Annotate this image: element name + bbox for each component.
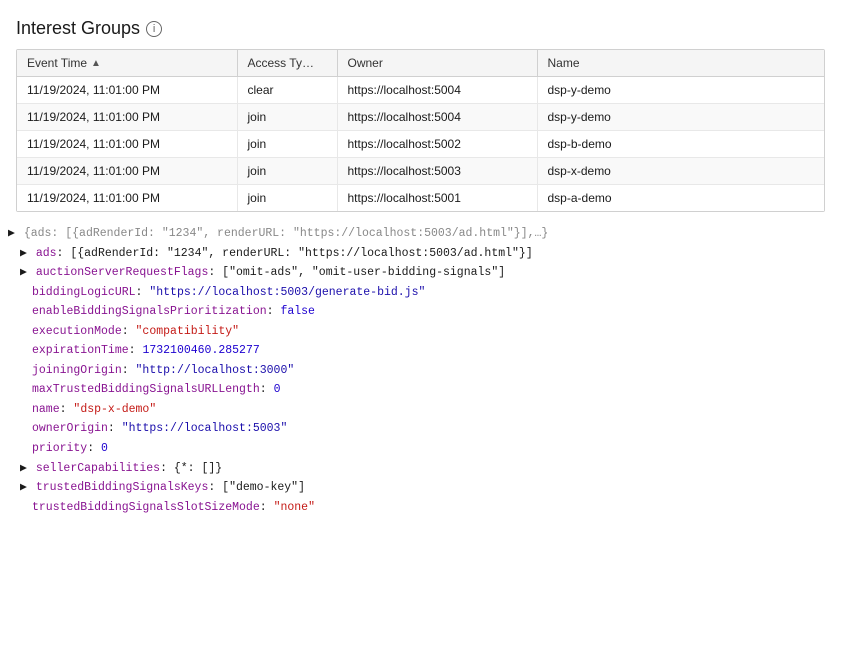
- json-ads-line: ▶ ads: [{adRenderId: "1234", renderURL: …: [8, 244, 833, 264]
- cell-event_time: 11/19/2024, 11:01:00 PM: [17, 104, 237, 131]
- cell-event_time: 11/19/2024, 11:01:00 PM: [17, 131, 237, 158]
- json-ads-key: ads: [36, 244, 57, 264]
- table-row[interactable]: 11/19/2024, 11:01:00 PMjoinhttps://local…: [17, 104, 824, 131]
- cell-access_type: join: [237, 131, 337, 158]
- json-joining-key: joiningOrigin: [32, 361, 122, 381]
- json-expiration-line: expirationTime: 1732100460.285277: [8, 341, 833, 361]
- interest-groups-table: Event Time ▲ Access Ty… Owner: [17, 50, 824, 211]
- page-container: Interest Groups i Event Time ▲ Access Ty…: [0, 0, 841, 531]
- json-ads-toggle[interactable]: ▶: [20, 244, 34, 264]
- json-name-val: "dsp-x-demo": [73, 400, 156, 420]
- json-auction-flags-line: ▶ auctionServerRequestFlags: ["omit-ads"…: [8, 263, 833, 283]
- cell-owner: https://localhost:5001: [337, 185, 537, 212]
- json-priority-key: priority: [32, 439, 87, 459]
- json-seller-val: {*: []}: [174, 459, 222, 479]
- col-header-event-time[interactable]: Event Time ▲: [17, 50, 237, 77]
- json-priority-val: 0: [101, 439, 108, 459]
- json-max-trusted-val: 0: [274, 380, 281, 400]
- section-header: Interest Groups i: [0, 10, 841, 49]
- json-trusted-keys-line: ▶ trustedBiddingSignalsKeys: ["demo-key"…: [8, 478, 833, 498]
- json-top-toggle[interactable]: ▶: [8, 224, 22, 244]
- json-owner-origin-url[interactable]: "https://localhost:5003": [122, 419, 288, 439]
- cell-owner: https://localhost:5003: [337, 158, 537, 185]
- cell-owner: https://localhost:5004: [337, 77, 537, 104]
- json-name-line: name: "dsp-x-demo": [8, 400, 833, 420]
- json-execution-key: executionMode: [32, 322, 122, 342]
- cell-event_time: 11/19/2024, 11:01:00 PM: [17, 158, 237, 185]
- cell-name: dsp-b-demo: [537, 131, 824, 158]
- table-wrapper: Event Time ▲ Access Ty… Owner: [16, 49, 825, 212]
- table-row[interactable]: 11/19/2024, 11:01:00 PMclearhttps://loca…: [17, 77, 824, 104]
- cell-name: dsp-a-demo: [537, 185, 824, 212]
- cell-owner: https://localhost:5002: [337, 131, 537, 158]
- json-trusted-slot-val: "none": [274, 498, 315, 518]
- json-auction-key: auctionServerRequestFlags: [36, 263, 209, 283]
- json-enable-val: false: [280, 302, 315, 322]
- json-max-trusted-key: maxTrustedBiddingSignalsURLLength: [32, 380, 260, 400]
- sort-icon-event-time: ▲: [91, 58, 101, 69]
- json-joining-line: joiningOrigin: "http://localhost:3000": [8, 361, 833, 381]
- table-row[interactable]: 11/19/2024, 11:01:00 PMjoinhttps://local…: [17, 131, 824, 158]
- json-expiration-val: 1732100460.285277: [142, 341, 259, 361]
- json-top-preview: {ads: [{adRenderId: "1234", renderURL: "…: [24, 224, 549, 244]
- json-expiration-key: expirationTime: [32, 341, 129, 361]
- cell-access_type: clear: [237, 77, 337, 104]
- json-trusted-keys-val: ["demo-key"]: [222, 478, 305, 498]
- json-joining-url[interactable]: "http://localhost:3000": [136, 361, 295, 381]
- json-max-trusted-line: maxTrustedBiddingSignalsURLLength: 0: [8, 380, 833, 400]
- table-row[interactable]: 11/19/2024, 11:01:00 PMjoinhttps://local…: [17, 185, 824, 212]
- col-header-access-type[interactable]: Access Ty…: [237, 50, 337, 77]
- json-enable-line: enableBiddingSignalsPrioritization: fals…: [8, 302, 833, 322]
- cell-event_time: 11/19/2024, 11:01:00 PM: [17, 185, 237, 212]
- section-title: Interest Groups: [16, 18, 140, 39]
- json-trusted-slot-line: trustedBiddingSignalsSlotSizeMode: "none…: [8, 498, 833, 518]
- json-enable-key: enableBiddingSignalsPrioritization: [32, 302, 267, 322]
- json-owner-origin-line: ownerOrigin: "https://localhost:5003": [8, 419, 833, 439]
- json-trusted-keys-toggle[interactable]: ▶: [20, 478, 34, 498]
- json-auction-toggle[interactable]: ▶: [20, 263, 34, 283]
- cell-name: dsp-x-demo: [537, 158, 824, 185]
- col-header-name[interactable]: Name: [537, 50, 824, 77]
- cell-name: dsp-y-demo: [537, 104, 824, 131]
- json-auction-val: ["omit-ads", "omit-user-bidding-signals"…: [222, 263, 505, 283]
- json-owner-origin-key: ownerOrigin: [32, 419, 108, 439]
- table-header-row: Event Time ▲ Access Ty… Owner: [17, 50, 824, 77]
- json-seller-key: sellerCapabilities: [36, 459, 160, 479]
- cell-access_type: join: [237, 185, 337, 212]
- json-detail-tree: ▶ {ads: [{adRenderId: "1234", renderURL:…: [0, 220, 841, 521]
- json-bidding-line: biddingLogicURL: "https://localhost:5003…: [8, 283, 833, 303]
- json-top-collapsed-line: ▶ {ads: [{adRenderId: "1234", renderURL:…: [8, 224, 833, 244]
- json-bidding-url[interactable]: "https://localhost:5003/generate-bid.js": [149, 283, 425, 303]
- json-trusted-keys-key: trustedBiddingSignalsKeys: [36, 478, 209, 498]
- json-execution-line: executionMode: "compatibility": [8, 322, 833, 342]
- json-name-key: name: [32, 400, 60, 420]
- table-row[interactable]: 11/19/2024, 11:01:00 PMjoinhttps://local…: [17, 158, 824, 185]
- json-trusted-slot-key: trustedBiddingSignalsSlotSizeMode: [32, 498, 260, 518]
- cell-event_time: 11/19/2024, 11:01:00 PM: [17, 77, 237, 104]
- json-bidding-key: biddingLogicURL: [32, 283, 136, 303]
- cell-access_type: join: [237, 104, 337, 131]
- cell-access_type: join: [237, 158, 337, 185]
- cell-owner: https://localhost:5004: [337, 104, 537, 131]
- json-seller-line: ▶ sellerCapabilities: {*: []}: [8, 459, 833, 479]
- table-body: 11/19/2024, 11:01:00 PMclearhttps://loca…: [17, 77, 824, 212]
- info-icon[interactable]: i: [146, 21, 162, 37]
- json-execution-val: "compatibility": [136, 322, 240, 342]
- json-priority-line: priority: 0: [8, 439, 833, 459]
- col-header-owner[interactable]: Owner: [337, 50, 537, 77]
- json-seller-toggle[interactable]: ▶: [20, 459, 34, 479]
- cell-name: dsp-y-demo: [537, 77, 824, 104]
